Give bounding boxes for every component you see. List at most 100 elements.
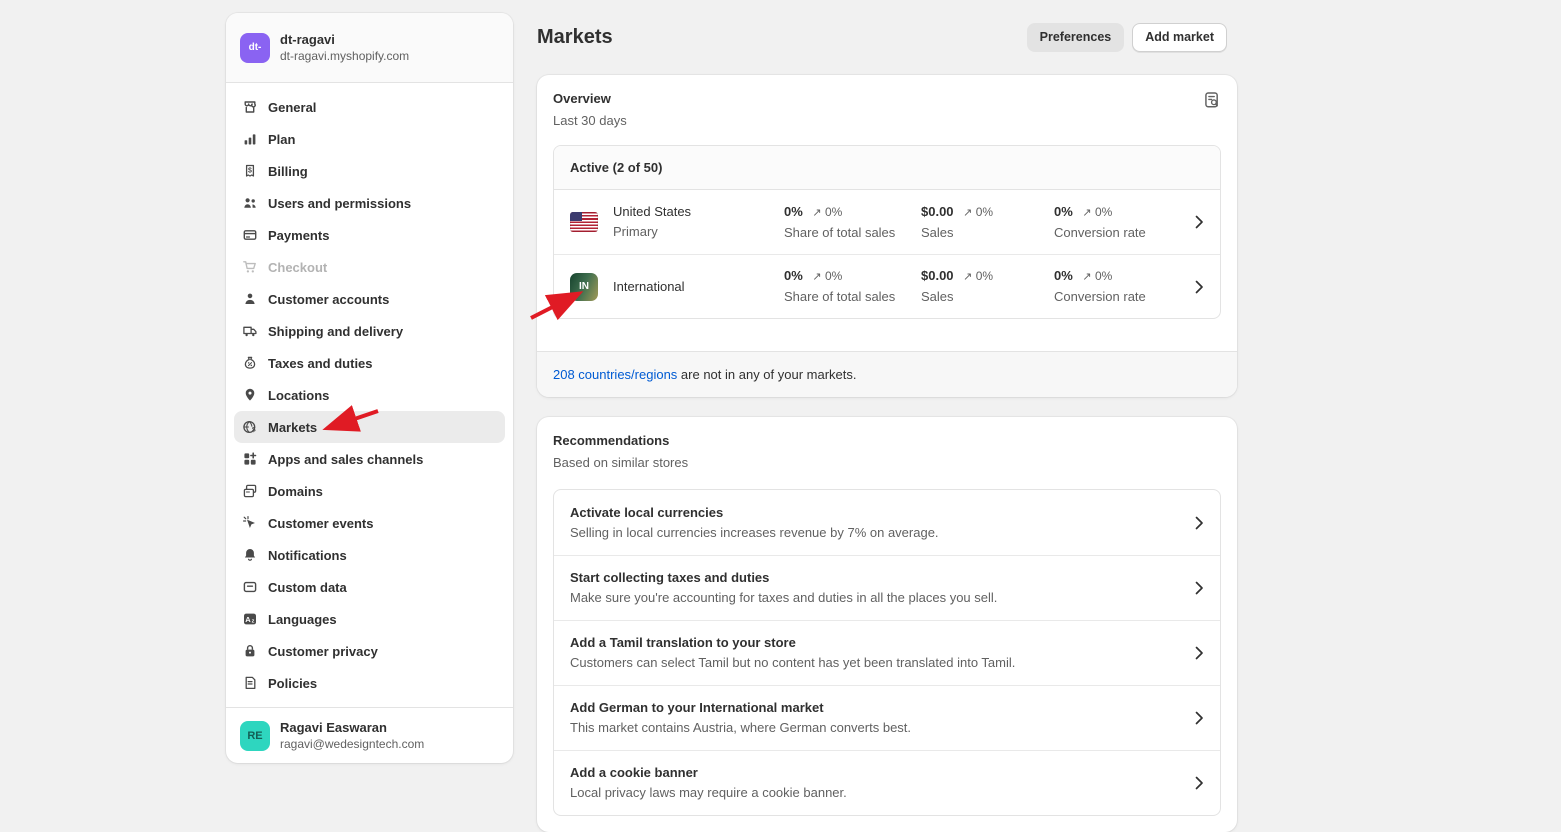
sidebar-item-label: Taxes and duties <box>268 356 373 371</box>
add-market-button[interactable]: Add market <box>1132 23 1227 52</box>
settings-nav: General Plan Billing Users and permissio… <box>226 83 513 707</box>
recommendation-activate-local-currencies[interactable]: Activate local currencies Selling in loc… <box>554 490 1220 555</box>
conversion-value: 0% <box>1054 268 1073 283</box>
plan-icon <box>242 131 258 147</box>
sidebar-item-languages[interactable]: Languages <box>234 603 505 635</box>
recommendation-description: This market contains Austria, where Germ… <box>570 718 1192 738</box>
recommendation-title: Add German to your International market <box>570 698 1192 718</box>
billing-icon <box>242 163 258 179</box>
sidebar-item-label: Locations <box>268 388 329 403</box>
store-avatar: dt- <box>240 33 270 63</box>
conversion-label: Conversion rate <box>1054 223 1192 243</box>
arrow-up-right-icon: ↗ <box>1082 271 1091 283</box>
arrow-up-right-icon: ↗ <box>963 271 972 283</box>
countries-regions-link[interactable]: 208 countries/regions <box>553 367 677 382</box>
sidebar-item-taxes-and-duties[interactable]: Taxes and duties <box>234 347 505 379</box>
sidebar-item-general[interactable]: General <box>234 91 505 123</box>
sidebar-item-label: Notifications <box>268 548 347 563</box>
sidebar-item-apps-and-sales-channels[interactable]: Apps and sales channels <box>234 443 505 475</box>
sidebar-item-domains[interactable]: Domains <box>234 475 505 507</box>
user-avatar: RE <box>240 721 270 751</box>
sidebar-item-shipping-and-delivery[interactable]: Shipping and delivery <box>234 315 505 347</box>
sales-value: $0.00 <box>921 204 954 219</box>
arrow-up-right-icon: ↗ <box>963 207 972 219</box>
recommendation-add-tamil-translation[interactable]: Add a Tamil translation to your store Cu… <box>554 620 1220 685</box>
report-search-icon[interactable] <box>1203 91 1221 112</box>
sidebar-item-markets[interactable]: Markets <box>234 411 505 443</box>
person-icon <box>242 291 258 307</box>
recommendation-title: Add a Tamil translation to your store <box>570 633 1192 653</box>
recommendations-subtitle: Based on similar stores <box>553 455 1221 471</box>
translate-icon <box>242 611 258 627</box>
international-market-icon: IN <box>570 273 613 301</box>
header-actions: Preferences Add market <box>1027 23 1227 52</box>
sidebar-item-locations[interactable]: Locations <box>234 379 505 411</box>
arrow-up-right-icon: ↗ <box>812 271 821 283</box>
sidebar-item-label: Custom data <box>268 580 347 595</box>
preferences-button[interactable]: Preferences <box>1027 23 1125 52</box>
market-name: International <box>613 277 784 297</box>
location-pin-icon <box>242 387 258 403</box>
sidebar-item-label: General <box>268 100 316 115</box>
recommendation-start-collecting-taxes[interactable]: Start collecting taxes and duties Make s… <box>554 555 1220 620</box>
recommendation-description: Selling in local currencies increases re… <box>570 523 1192 543</box>
arrow-up-right-icon: ↗ <box>1082 207 1091 219</box>
sidebar-item-label: Policies <box>268 676 317 691</box>
sidebar-item-label: Payments <box>268 228 329 243</box>
share-delta: ↗ 0% <box>812 269 842 283</box>
payments-icon <box>242 227 258 243</box>
sidebar-item-payments[interactable]: Payments <box>234 219 505 251</box>
cursor-events-icon <box>242 515 258 531</box>
share-label: Share of total sales <box>784 287 921 307</box>
sidebar-item-plan[interactable]: Plan <box>234 123 505 155</box>
settings-page: dt- dt-ragavi dt-ragavi.myshopify.com Ge… <box>0 0 1561 789</box>
sidebar-item-label: Languages <box>268 612 337 627</box>
settings-sidebar: dt- dt-ragavi dt-ragavi.myshopify.com Ge… <box>226 13 513 763</box>
sidebar-item-custom-data[interactable]: Custom data <box>234 571 505 603</box>
sidebar-item-notifications[interactable]: Notifications <box>234 539 505 571</box>
user-name: Ragavi Easwaran <box>280 719 424 736</box>
chevron-right-icon <box>1192 280 1204 294</box>
sales-delta: ↗ 0% <box>963 269 993 283</box>
store-domain: dt-ragavi.myshopify.com <box>280 48 409 64</box>
domains-icon <box>242 483 258 499</box>
lock-icon <box>242 643 258 659</box>
recommendation-description: Make sure you're accounting for taxes an… <box>570 588 1192 608</box>
conversion-value: 0% <box>1054 204 1073 219</box>
market-row-international[interactable]: IN International 0% ↗ 0% Share of total … <box>554 254 1220 318</box>
recommendation-description: Customers can select Tamil but no conten… <box>570 653 1192 673</box>
sidebar-item-label: Billing <box>268 164 308 179</box>
recommendation-add-german[interactable]: Add German to your International market … <box>554 685 1220 750</box>
share-value: 0% <box>784 268 803 283</box>
conversion-delta: ↗ 0% <box>1082 269 1112 283</box>
sidebar-item-checkout: Checkout <box>234 251 505 283</box>
chevron-right-icon <box>1192 516 1204 530</box>
recommendation-title: Add a cookie banner <box>570 763 1192 783</box>
arrow-up-right-icon: ↗ <box>812 207 821 219</box>
active-markets-header: Active (2 of 50) <box>554 146 1220 190</box>
share-value: 0% <box>784 204 803 219</box>
sidebar-item-label: Shipping and delivery <box>268 324 403 339</box>
sidebar-item-customer-accounts[interactable]: Customer accounts <box>234 283 505 315</box>
globe-dollar-icon <box>242 419 258 435</box>
bell-icon <box>242 547 258 563</box>
sales-value: $0.00 <box>921 268 954 283</box>
share-label: Share of total sales <box>784 223 921 243</box>
chevron-right-icon <box>1192 776 1204 790</box>
sidebar-item-policies[interactable]: Policies <box>234 667 505 699</box>
conversion-delta: ↗ 0% <box>1082 205 1112 219</box>
sidebar-item-customer-events[interactable]: Customer events <box>234 507 505 539</box>
market-row-united-states[interactable]: United States Primary 0% ↗ 0% Share of t… <box>554 190 1220 254</box>
sidebar-item-label: Users and permissions <box>268 196 411 211</box>
recommendation-description: Local privacy laws may require a cookie … <box>570 783 1192 803</box>
chevron-right-icon <box>1192 215 1204 229</box>
sidebar-item-billing[interactable]: Billing <box>234 155 505 187</box>
sidebar-item-customer-privacy[interactable]: Customer privacy <box>234 635 505 667</box>
recommendation-add-cookie-banner[interactable]: Add a cookie banner Local privacy laws m… <box>554 750 1220 815</box>
recommendation-title: Start collecting taxes and duties <box>570 568 1192 588</box>
sidebar-item-users-and-permissions[interactable]: Users and permissions <box>234 187 505 219</box>
sales-delta: ↗ 0% <box>963 205 993 219</box>
active-markets-box: Active (2 of 50) United States Primary 0… <box>553 145 1221 319</box>
truck-icon <box>242 323 258 339</box>
sidebar-item-label: Checkout <box>268 260 327 275</box>
